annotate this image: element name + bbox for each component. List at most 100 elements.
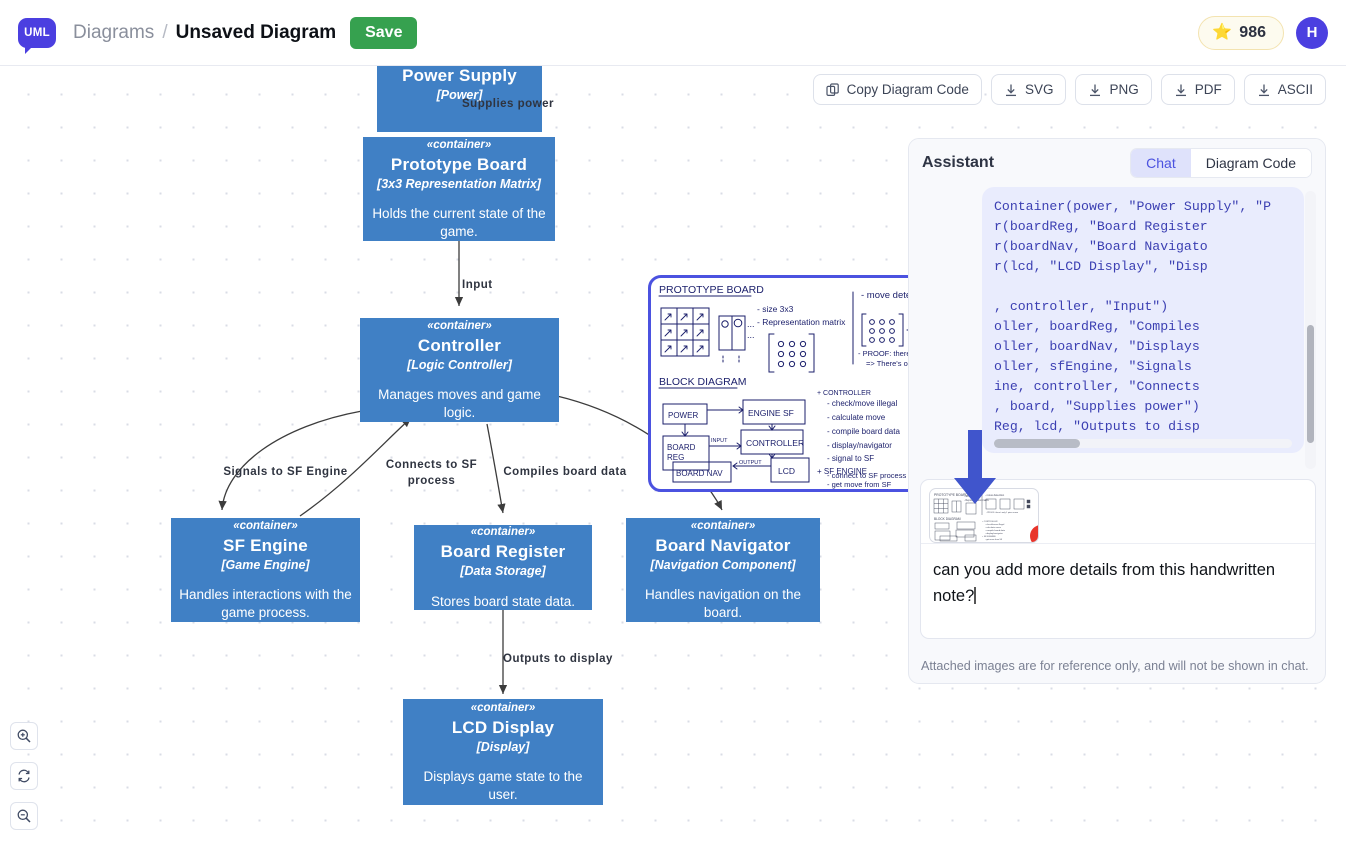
score-value: 986 <box>1239 24 1266 42</box>
node-subtitle: [Display] <box>411 739 595 756</box>
avatar[interactable]: H <box>1296 17 1328 49</box>
svg-text:- calculate move: - calculate move <box>985 526 1002 529</box>
node-board-register[interactable]: «container» Board Register [Data Storage… <box>414 525 592 610</box>
assistant-panel: Assistant Chat Diagram Code Container(po… <box>908 138 1326 684</box>
svg-text:OUTPUT: OUTPUT <box>739 460 762 466</box>
node-stereotype: «container» <box>371 138 547 154</box>
assistant-tabs: Chat Diagram Code <box>1130 148 1312 178</box>
node-sf-engine[interactable]: «container» SF Engine [Game Engine] Hand… <box>171 518 360 622</box>
svg-text:- display/navigator: - display/navigator <box>827 441 892 450</box>
node-title: Controller <box>368 335 551 357</box>
zoom-out-button[interactable] <box>10 802 38 830</box>
svg-text:- display/navigator: - display/navigator <box>985 532 1003 535</box>
node-stereotype: «container» <box>411 701 595 717</box>
app-header: UML Diagrams / Unsaved Diagram Save ⭐ 98… <box>0 0 1346 66</box>
node-stereotype: «container» <box>422 525 584 541</box>
node-subtitle: [Logic Controller] <box>368 357 551 374</box>
svg-text:CONTROLLER: CONTROLLER <box>746 438 804 448</box>
node-subtitle: [Navigation Component] <box>634 557 812 574</box>
svg-text:- PROOF: there's only 1 piece: - PROOF: there's only 1 piece move <box>986 511 1019 514</box>
node-controller[interactable]: «container» Controller [Logic Controller… <box>360 318 559 422</box>
download-png-button[interactable]: PNG <box>1075 74 1151 105</box>
tab-chat[interactable]: Chat <box>1131 149 1191 177</box>
score-badge[interactable]: ⭐ 986 <box>1198 16 1284 50</box>
code-horizontal-scrollbar[interactable] <box>994 439 1292 448</box>
svg-text:- check/move illegal: - check/move illegal <box>985 524 1005 526</box>
node-prototype-board[interactable]: «container» Prototype Board [3x3 Represe… <box>363 137 555 241</box>
node-description: Handles navigation on the board. <box>634 586 812 621</box>
breadcrumb-diagrams[interactable]: Diagrams <box>73 22 154 44</box>
uml-logo: UML <box>18 18 56 48</box>
copy-diagram-code-button[interactable]: Copy Diagram Code <box>813 74 982 105</box>
svg-text:- Representation matrix: - Representation matrix <box>757 317 846 327</box>
diagram-code-text: Container(power, "Power Supply", "P r(bo… <box>994 197 1304 437</box>
svg-text:INPUT: INPUT <box>711 438 728 444</box>
svg-text:REG: REG <box>667 453 684 462</box>
node-title: LCD Display <box>411 717 595 739</box>
annotation-arrow-icon <box>952 430 998 508</box>
edge-label-input: Input <box>462 278 552 294</box>
copy-icon <box>826 83 840 97</box>
chat-input[interactable]: can you add more details from this handw… <box>921 544 1315 609</box>
reset-view-icon <box>16 768 32 784</box>
svg-text:PROTOTYPE BOARD: PROTOTYPE BOARD <box>659 284 764 296</box>
button-label: Copy Diagram Code <box>847 82 969 97</box>
svg-text:LCD: LCD <box>778 466 795 476</box>
button-label: PDF <box>1195 82 1222 97</box>
edge-label-connects-sf-process: Connects to SF process <box>375 458 488 489</box>
star-icon: ⭐ <box>1212 25 1232 41</box>
svg-text:- compile board data: - compile board data <box>985 529 1006 532</box>
node-title: Prototype Board <box>371 154 547 176</box>
node-description: Holds the current state of the game. <box>371 205 547 240</box>
button-label: ASCII <box>1278 82 1313 97</box>
text-caret <box>974 587 976 604</box>
svg-text:- get move from SF: - get move from SF <box>827 480 892 489</box>
svg-text:BOARD: BOARD <box>667 443 696 452</box>
download-icon <box>1088 83 1102 97</box>
svg-text:+ CONTROLLER: + CONTROLLER <box>817 390 871 397</box>
edge-label-supplies-power: Supplies power <box>462 97 612 113</box>
button-label: SVG <box>1025 82 1054 97</box>
svg-text:- calculate move: - calculate move <box>827 413 886 422</box>
download-ascii-button[interactable]: ASCII <box>1244 74 1326 105</box>
download-icon <box>1174 83 1188 97</box>
node-title: Power Supply <box>385 66 534 87</box>
node-stereotype: «container» <box>179 519 352 535</box>
assistant-code-message[interactable]: Container(power, "Power Supply", "P r(bo… <box>982 187 1304 453</box>
edge-label-outputs-to-display: Outputs to display <box>503 652 653 668</box>
chat-input-value: can you add more details from this handw… <box>933 561 1275 605</box>
node-lcd-display[interactable]: «container» LCD Display [Display] Displa… <box>403 699 603 805</box>
zoom-in-icon <box>16 728 32 744</box>
header-right-group: ⭐ 986 H <box>1198 16 1328 50</box>
svg-text:- check/move illegal: - check/move illegal <box>827 399 897 408</box>
svg-text:+ CONTROLLER: + CONTROLLER <box>982 521 998 523</box>
node-description: Displays game state to the user. <box>411 768 595 803</box>
node-subtitle: [Data Storage] <box>422 563 584 580</box>
zoom-out-icon <box>16 808 32 824</box>
node-board-navigator[interactable]: «container» Board Navigator [Navigation … <box>626 518 820 622</box>
tab-diagram-code[interactable]: Diagram Code <box>1191 149 1311 177</box>
chat-scrollbar-thumb[interactable] <box>1307 325 1314 443</box>
node-title: SF Engine <box>179 535 352 557</box>
zoom-in-button[interactable] <box>10 722 38 750</box>
save-button[interactable]: Save <box>350 17 417 49</box>
breadcrumb-separator: / <box>162 22 167 44</box>
node-title: Board Register <box>422 541 584 563</box>
node-description: Stores board state data. <box>422 593 584 610</box>
reset-view-button[interactable] <box>10 762 38 790</box>
node-description: Manages moves and game logic. <box>368 386 551 421</box>
app-root: UML Diagrams / Unsaved Diagram Save ⭐ 98… <box>0 0 1346 843</box>
download-pdf-button[interactable]: PDF <box>1161 74 1235 105</box>
svg-text:ENGINE SF: ENGINE SF <box>748 408 794 418</box>
svg-text:POWER: POWER <box>668 411 698 420</box>
svg-text:...: ... <box>747 319 755 329</box>
attachment-disclaimer: Attached images are for reference only, … <box>921 659 1317 673</box>
node-subtitle: [Game Engine] <box>179 557 352 574</box>
breadcrumb-current-diagram[interactable]: Unsaved Diagram <box>176 22 337 44</box>
download-svg-button[interactable]: SVG <box>991 74 1067 105</box>
node-subtitle: [3x3 Representation Matrix] <box>371 176 547 193</box>
node-description: Handles interactions with the game proce… <box>179 586 352 621</box>
node-stereotype: «container» <box>368 319 551 335</box>
edge-label-compiles-board-data: Compiles board data <box>496 465 634 481</box>
svg-text:+ SF ENGINE: + SF ENGINE <box>982 536 996 538</box>
